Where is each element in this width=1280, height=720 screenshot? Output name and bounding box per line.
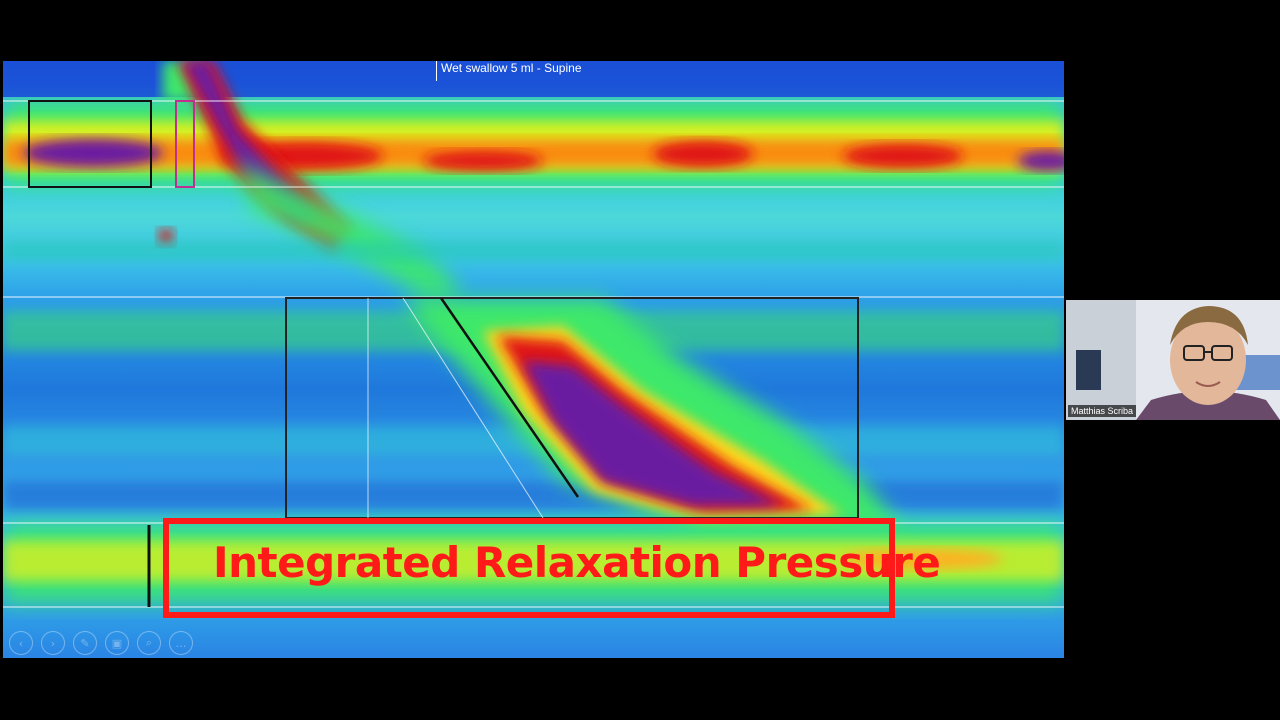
- previous-icon[interactable]: ‹: [9, 631, 33, 655]
- next-icon[interactable]: ›: [41, 631, 65, 655]
- irp-annotation-label: Integrated Relaxation Pressure: [213, 538, 941, 587]
- slide-title: Wet swallow 5 ml - Supine: [436, 61, 582, 81]
- zoom-icon[interactable]: ⌕: [137, 631, 161, 655]
- pen-icon[interactable]: ✎: [73, 631, 97, 655]
- presentation-controls: ‹ › ✎ ▣ ⌕ …: [9, 631, 193, 655]
- slides-icon[interactable]: ▣: [105, 631, 129, 655]
- participant-name-label: Matthias Scriba: [1068, 405, 1137, 417]
- more-icon[interactable]: …: [169, 631, 193, 655]
- participant-video-tile[interactable]: Matthias Scriba: [1066, 300, 1280, 420]
- participant-video: [1066, 300, 1280, 420]
- irp-annotation-box: Integrated Relaxation Pressure: [163, 518, 941, 618]
- presentation-slide: Wet swallow 5 ml - Supine Integrated Rel…: [3, 61, 1064, 658]
